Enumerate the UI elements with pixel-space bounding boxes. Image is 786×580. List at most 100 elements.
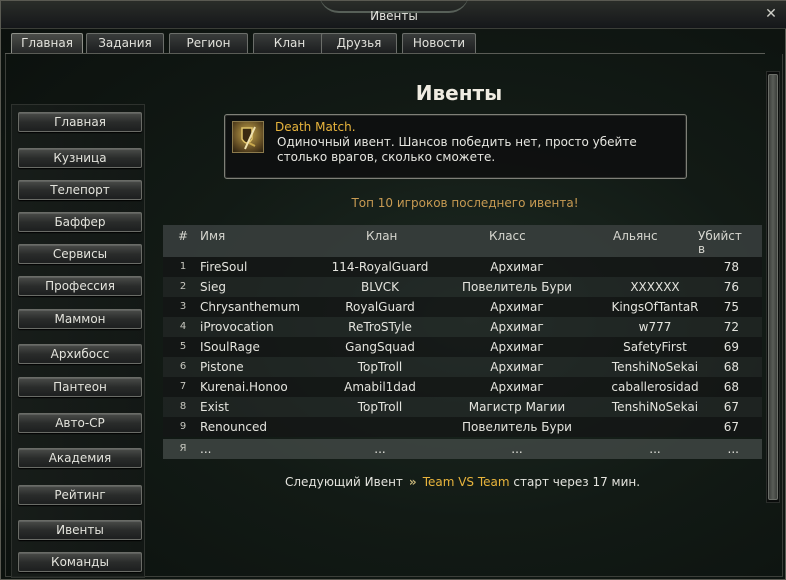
table-row: 2 Sieg BLVCK Повелитель Бури XXXXXX 76 bbox=[163, 277, 762, 297]
table-row: 9 Renounced Повелитель Бури 67 bbox=[163, 417, 762, 437]
cell-num: 7 bbox=[179, 381, 187, 392]
cell-clan: TopTroll bbox=[357, 400, 403, 414]
header-clan: Клан bbox=[366, 229, 398, 243]
cell-ally: TenshiNoSekai bbox=[611, 360, 699, 374]
cell-clan: TopTroll bbox=[357, 360, 403, 374]
title-bar[interactable]: Ивенты ✕ bbox=[1, 1, 786, 29]
header-num: # bbox=[178, 229, 189, 243]
cell-num: 6 bbox=[179, 361, 187, 372]
tab-news[interactable]: Новости bbox=[402, 33, 476, 53]
next-event-name: Team VS Team bbox=[422, 475, 510, 489]
cell-ally: caballerosidad bbox=[611, 380, 699, 394]
cell-kills: 69 bbox=[723, 340, 739, 354]
sidebar-item-mammon[interactable]: Маммон bbox=[18, 309, 142, 329]
cell-clan: BLVCK bbox=[360, 280, 400, 294]
sidebar-item-pantheon[interactable]: Пантеон bbox=[18, 377, 142, 397]
events-window: Ивенты ✕ Главная Задания Регион Клан Дру… bbox=[0, 0, 786, 580]
sidebar-item-teams[interactable]: Команды bbox=[18, 552, 142, 572]
event-info-box: Death Match. Одиночный ивент. Шансов поб… bbox=[224, 114, 687, 179]
cell-num: 9 bbox=[179, 421, 187, 432]
cell-name: Renounced bbox=[200, 420, 267, 434]
next-event-prefix: Следующий Ивент bbox=[285, 475, 403, 489]
cell-class: Повелитель Бури bbox=[462, 420, 572, 434]
cell-kills: 76 bbox=[723, 280, 739, 294]
table-row: 7 Kurenai.Honoo Amabil1dad Архимаг caballero… bbox=[163, 377, 762, 397]
cell-ally: XXXXXX bbox=[630, 280, 680, 294]
scrollbar[interactable] bbox=[766, 71, 780, 503]
cell-kills: ... bbox=[727, 442, 739, 456]
scroll-thumb[interactable] bbox=[768, 74, 778, 500]
tab-clan[interactable]: Клан bbox=[253, 33, 326, 53]
table-row: 6 Pistone TopTroll Архимаг TenshiNoSekai 68 bbox=[163, 357, 762, 377]
cell-ally: ... bbox=[649, 442, 661, 456]
event-description: Одиночный ивент. Шансов победить нет, пр… bbox=[277, 135, 637, 164]
cell-class: ... bbox=[511, 442, 523, 456]
header-kills: Убийств bbox=[698, 229, 742, 256]
cell-num: 1 bbox=[179, 261, 187, 272]
cell-num: 5 bbox=[179, 341, 187, 352]
cell-name: Kurenai.Honoo bbox=[200, 380, 288, 394]
cell-name: ISoulRage bbox=[200, 340, 260, 354]
cell-class: Повелитель Бури bbox=[462, 280, 572, 294]
table-row: 3 Chrysanthemum RoyalGuard Архимаг KingsOfTa… bbox=[163, 297, 762, 317]
event-name: Death Match. bbox=[275, 120, 356, 134]
double-arrow-icon: » bbox=[408, 475, 417, 489]
table-row: 4 iProvocation ReTroSTyle Архимаг w777 72 bbox=[163, 317, 762, 337]
sidebar-item-forge[interactable]: Кузница bbox=[18, 148, 142, 168]
table-row: Я............... bbox=[163, 439, 762, 459]
sidebar-item-profession[interactable]: Профессия bbox=[18, 276, 142, 296]
top10-caption: Топ 10 игроков последнего ивента! bbox=[351, 196, 579, 210]
sidebar-item-auto-cp[interactable]: Авто-CP bbox=[18, 413, 142, 433]
header-name: Имя bbox=[200, 229, 226, 243]
cell-kills: 67 bbox=[723, 400, 739, 414]
cell-name: Sieg bbox=[200, 280, 226, 294]
cell-name: Exist bbox=[200, 400, 229, 414]
close-button[interactable]: ✕ bbox=[763, 6, 779, 22]
cell-clan: 114-RoyalGuard bbox=[331, 260, 429, 274]
cell-name: ... bbox=[200, 442, 212, 456]
sidebar-item-rating[interactable]: Рейтинг bbox=[18, 485, 142, 505]
sidebar-item-buffer[interactable]: Баффер bbox=[18, 212, 142, 232]
tab-region[interactable]: Регион bbox=[169, 33, 248, 53]
cell-clan: RoyalGuard bbox=[345, 300, 415, 314]
cell-name: Pistone bbox=[200, 360, 244, 374]
header-ally: Альянс bbox=[613, 229, 658, 243]
cell-name: FireSoul bbox=[200, 260, 248, 274]
cell-kills: 68 bbox=[723, 360, 739, 374]
sidebar-item-raidboss[interactable]: Архибосс bbox=[18, 344, 142, 364]
cell-class: Архимаг bbox=[490, 340, 544, 354]
sidebar-item-academy[interactable]: Академия bbox=[18, 448, 142, 468]
table-row: 8 Exist TopTroll Магистр Магии TenshiNoSekai… bbox=[163, 397, 762, 417]
cell-kills: 78 bbox=[723, 260, 739, 274]
cell-ally: w777 bbox=[638, 320, 672, 334]
cell-ally: TenshiNoSekai bbox=[611, 400, 699, 414]
cell-class: Архимаг bbox=[490, 260, 544, 274]
cell-ally: KingsOfTantaR bbox=[611, 300, 699, 314]
window-title: Ивенты bbox=[370, 9, 418, 23]
sidebar-item-events[interactable]: Ивенты bbox=[18, 520, 142, 540]
tab-quests[interactable]: Задания bbox=[86, 33, 164, 53]
next-event-line: Следующий Ивент » Team VS Team старт через… bbox=[285, 475, 640, 489]
sidebar-item-services[interactable]: Сервисы bbox=[18, 244, 142, 264]
tab-main[interactable]: Главная bbox=[11, 33, 83, 54]
cell-class: Архимаг bbox=[490, 300, 544, 314]
sidebar-item-main[interactable]: Главная bbox=[18, 112, 142, 132]
cell-num: Я bbox=[179, 443, 187, 454]
close-icon: ✕ bbox=[765, 6, 777, 22]
cell-kills: 68 bbox=[723, 380, 739, 394]
cell-kills: 75 bbox=[723, 300, 739, 314]
cell-ally: SafetyFirst bbox=[623, 340, 687, 354]
header-class: Класс bbox=[489, 229, 526, 243]
cell-class: Магистр Магии bbox=[468, 400, 566, 414]
sword-shield-icon bbox=[232, 121, 264, 153]
cell-class: Архимаг bbox=[490, 320, 544, 334]
cell-name: Chrysanthemum bbox=[200, 300, 300, 314]
table-header: # Имя Клан Класс Альянс Убийств bbox=[163, 225, 762, 257]
cell-clan: GangSquad bbox=[345, 340, 415, 354]
cell-kills: 67 bbox=[723, 420, 739, 434]
sidebar-item-teleport[interactable]: Телепорт bbox=[18, 180, 142, 200]
tab-friends[interactable]: Друзья bbox=[321, 33, 397, 53]
next-event-countdown: старт через 17 мин. bbox=[513, 475, 641, 489]
page-title: Ивенты bbox=[415, 81, 503, 105]
table-row: 1 FireSoul 114-RoyalGuard Архимаг 78 bbox=[163, 257, 762, 277]
